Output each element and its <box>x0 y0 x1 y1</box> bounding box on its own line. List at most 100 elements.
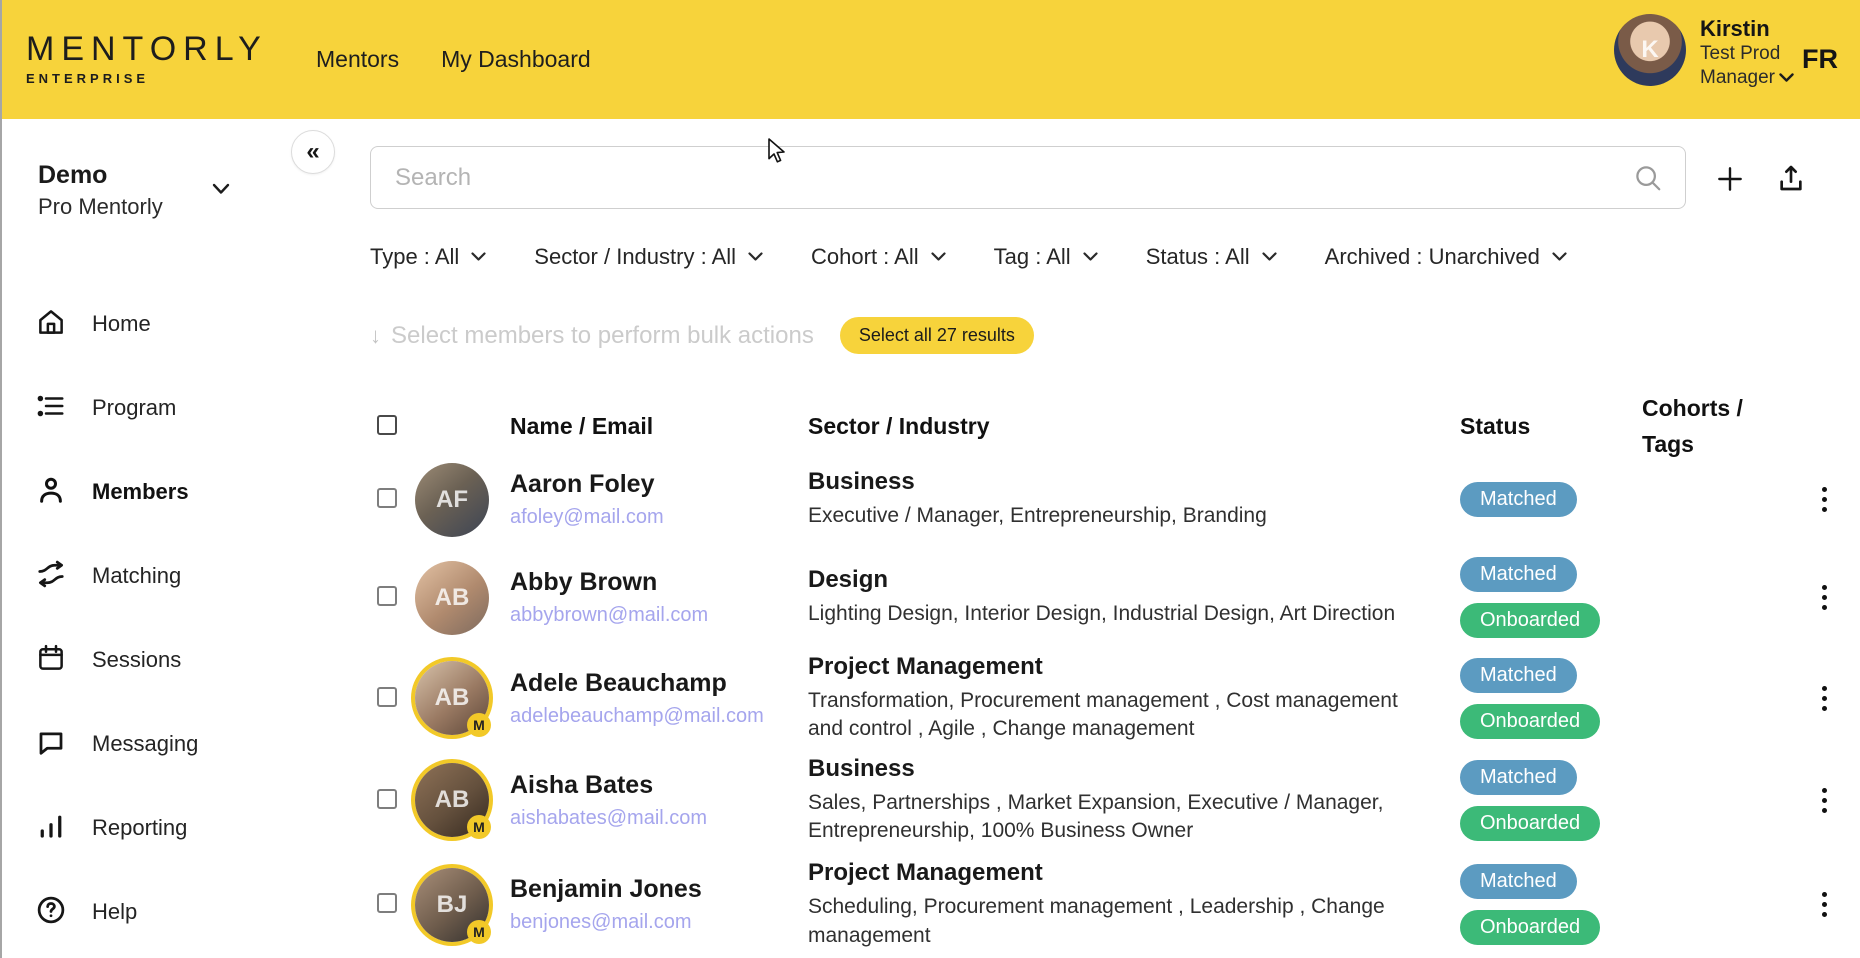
sidebar-item-label: Home <box>92 311 151 337</box>
search-bar <box>370 146 1686 209</box>
sidebar-nav: Home Program Members Matching Sessions M… <box>2 305 287 931</box>
user-org-line2[interactable]: Manager <box>1700 66 1794 90</box>
member-sector: Design <box>808 566 1460 594</box>
row-checkbox[interactable] <box>377 488 397 508</box>
chevron-down-icon <box>931 252 946 262</box>
workspace-subtitle: Pro Mentorly <box>38 194 258 220</box>
table-row: AF Aaron Foley afoley@mail.com Business … <box>287 451 1860 548</box>
user-name: Kirstin <box>1700 16 1794 42</box>
row-checkbox[interactable] <box>377 586 397 606</box>
chevron-down-icon <box>748 252 763 262</box>
main-content: « Type : All Sector / Industry : All Coh… <box>287 119 1860 958</box>
add-member-button[interactable] <box>1708 157 1752 201</box>
bulk-actions-hint: ↓ Select members to perform bulk actions <box>370 322 814 350</box>
member-specialties: Scheduling, Procurement management , Lea… <box>808 893 1428 950</box>
avatar[interactable]: AF <box>415 463 489 537</box>
export-upload-button[interactable] <box>1769 157 1813 201</box>
sidebar-item-members[interactable]: Members <box>2 473 287 511</box>
avatar[interactable]: AB <box>415 561 489 635</box>
search-input[interactable] <box>371 147 1633 208</box>
sidebar-collapse-button[interactable]: « <box>291 130 335 174</box>
sidebar-item-label: Sessions <box>92 647 181 673</box>
chevron-down-icon <box>1779 73 1794 83</box>
row-checkbox[interactable] <box>377 789 397 809</box>
member-name[interactable]: Aaron Foley <box>510 470 808 499</box>
bar-chart-icon <box>36 811 66 846</box>
member-email[interactable]: adelebeauchamp@mail.com <box>510 705 808 728</box>
status-badge: Onboarded <box>1460 603 1600 638</box>
member-name[interactable]: Aisha Bates <box>510 771 808 800</box>
question-circle-icon <box>36 895 66 930</box>
mentorly-logo[interactable]: MENTORLY ENTERPRISE <box>26 30 268 86</box>
sidebar-item-help[interactable]: Help <box>2 893 287 931</box>
sidebar-item-matching[interactable]: Matching <box>2 557 287 595</box>
search-icon[interactable] <box>1633 163 1663 193</box>
sidebar-item-program[interactable]: Program <box>2 389 287 427</box>
user-menu[interactable]: K Kirstin Test Prod Manager <box>1614 14 1794 90</box>
sidebar-item-messaging[interactable]: Messaging <box>2 725 287 763</box>
avatar[interactable]: ABM <box>415 763 489 837</box>
nav-mentors[interactable]: Mentors <box>316 46 399 73</box>
header-sector-industry: Sector / Industry <box>808 409 1460 445</box>
member-name[interactable]: Benjamin Jones <box>510 875 808 904</box>
header-status: Status <box>1460 409 1642 445</box>
chevron-down-icon <box>1262 252 1277 262</box>
header-name-email: Name / Email <box>510 409 808 445</box>
sidebar-item-label: Matching <box>92 563 181 589</box>
status-badge: Onboarded <box>1460 704 1600 739</box>
person-icon <box>36 475 66 510</box>
sidebar-item-sessions[interactable]: Sessions <box>2 641 287 679</box>
top-bar: MENTORLY ENTERPRISE Mentors My Dashboard… <box>2 0 1860 119</box>
member-email[interactable]: aishabates@mail.com <box>510 807 808 830</box>
member-email[interactable]: abbybrown@mail.com <box>510 604 808 627</box>
language-toggle[interactable]: FR <box>1802 44 1838 75</box>
row-actions-menu[interactable] <box>1812 576 1836 620</box>
sidebar-item-reporting[interactable]: Reporting <box>2 809 287 847</box>
row-actions-menu[interactable] <box>1812 676 1836 720</box>
sidebar-item-home[interactable]: Home <box>2 305 287 343</box>
member-specialties: Transformation, Procurement management ,… <box>808 687 1428 744</box>
filter-status[interactable]: Status : All <box>1146 244 1277 270</box>
filter-sector-industry[interactable]: Sector / Industry : All <box>534 244 763 270</box>
chevron-down-icon <box>471 252 486 262</box>
table-row: BJM Benjamin Jones benjones@mail.com Pro… <box>287 851 1860 958</box>
member-name[interactable]: Adele Beauchamp <box>510 669 808 698</box>
row-actions-menu[interactable] <box>1812 478 1836 522</box>
chevron-down-icon <box>1552 252 1567 262</box>
sidebar-item-label: Program <box>92 395 176 421</box>
chevron-down-icon <box>1083 252 1098 262</box>
members-page: MENTORLY ENTERPRISE Mentors My Dashboard… <box>2 0 1860 958</box>
nav-my-dashboard[interactable]: My Dashboard <box>441 46 591 73</box>
sidebar-item-label: Help <box>92 899 137 925</box>
avatar[interactable]: ABM <box>415 661 489 735</box>
sidebar-item-label: Reporting <box>92 815 187 841</box>
status-badge: Matched <box>1460 557 1577 592</box>
status-badge: Matched <box>1460 864 1577 899</box>
sidebar-item-label: Members <box>92 479 189 505</box>
workspace-selector[interactable]: Demo Pro Mentorly <box>38 161 258 220</box>
avatar[interactable]: BJM <box>415 868 489 942</box>
filter-cohort[interactable]: Cohort : All <box>811 244 946 270</box>
sidebar: Demo Pro Mentorly Home Program Members M… <box>2 119 287 958</box>
filter-type[interactable]: Type : All <box>370 244 486 270</box>
row-checkbox[interactable] <box>377 687 397 707</box>
user-org-line1: Test Prod <box>1700 42 1794 66</box>
user-meta: Kirstin Test Prod Manager <box>1700 14 1794 90</box>
row-checkbox[interactable] <box>377 893 397 913</box>
member-name[interactable]: Abby Brown <box>510 568 808 597</box>
user-avatar[interactable]: K <box>1614 14 1686 86</box>
mentor-badge-icon: M <box>467 920 491 944</box>
calendar-icon <box>36 643 66 678</box>
member-email[interactable]: benjones@mail.com <box>510 911 808 934</box>
mentor-badge-icon: M <box>467 713 491 737</box>
filter-tag[interactable]: Tag : All <box>994 244 1098 270</box>
filter-archived[interactable]: Archived : Unarchived <box>1325 244 1567 270</box>
row-actions-menu[interactable] <box>1812 883 1836 927</box>
select-all-results-button[interactable]: Select all 27 results <box>840 317 1034 354</box>
member-specialties: Lighting Design, Interior Design, Indust… <box>808 600 1428 628</box>
brand-subtitle: ENTERPRISE <box>26 71 268 86</box>
table-row: AB Abby Brown abbybrown@mail.com Design … <box>287 548 1860 647</box>
select-all-checkbox[interactable] <box>377 415 397 435</box>
row-actions-menu[interactable] <box>1812 778 1836 822</box>
member-email[interactable]: afoley@mail.com <box>510 506 808 529</box>
